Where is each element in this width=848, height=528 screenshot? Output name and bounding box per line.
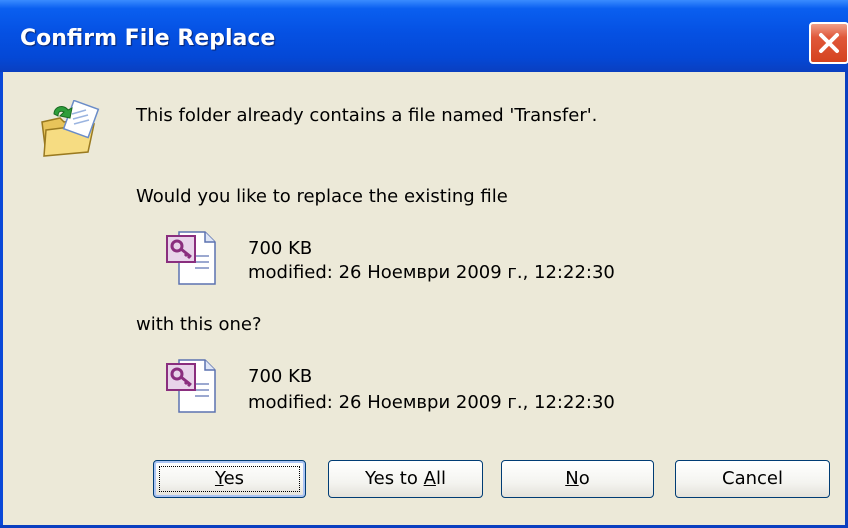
focus-rectangle <box>159 466 300 492</box>
existing-file-modified: modified: 26 Ноември 2009 г., 12:22:30 <box>248 262 615 283</box>
close-button[interactable] <box>809 22 848 64</box>
message-question: Would you like to replace the existing f… <box>136 186 508 207</box>
folder-replace-icon <box>38 99 102 160</box>
yes-button[interactable]: Yes <box>153 460 306 498</box>
access-file-icon <box>165 228 219 288</box>
message-with: with this one? <box>136 314 262 335</box>
message-line-1: This folder already contains a file name… <box>136 105 598 126</box>
yes-to-all-button[interactable]: Yes to All <box>328 460 483 498</box>
new-file-size: 700 KB <box>248 366 313 387</box>
access-file-icon <box>165 356 219 416</box>
cancel-button[interactable]: Cancel <box>675 460 830 498</box>
window-title: Confirm File Replace <box>20 26 276 51</box>
new-file-modified: modified: 26 Ноември 2009 г., 12:22:30 <box>248 392 615 413</box>
dialog-body <box>3 72 845 525</box>
confirm-file-replace-dialog: Confirm File Replace This folder already… <box>0 0 848 528</box>
existing-file-size: 700 KB <box>248 238 313 259</box>
title-bar[interactable]: Confirm File Replace <box>0 0 848 72</box>
no-button[interactable]: No <box>501 460 654 498</box>
